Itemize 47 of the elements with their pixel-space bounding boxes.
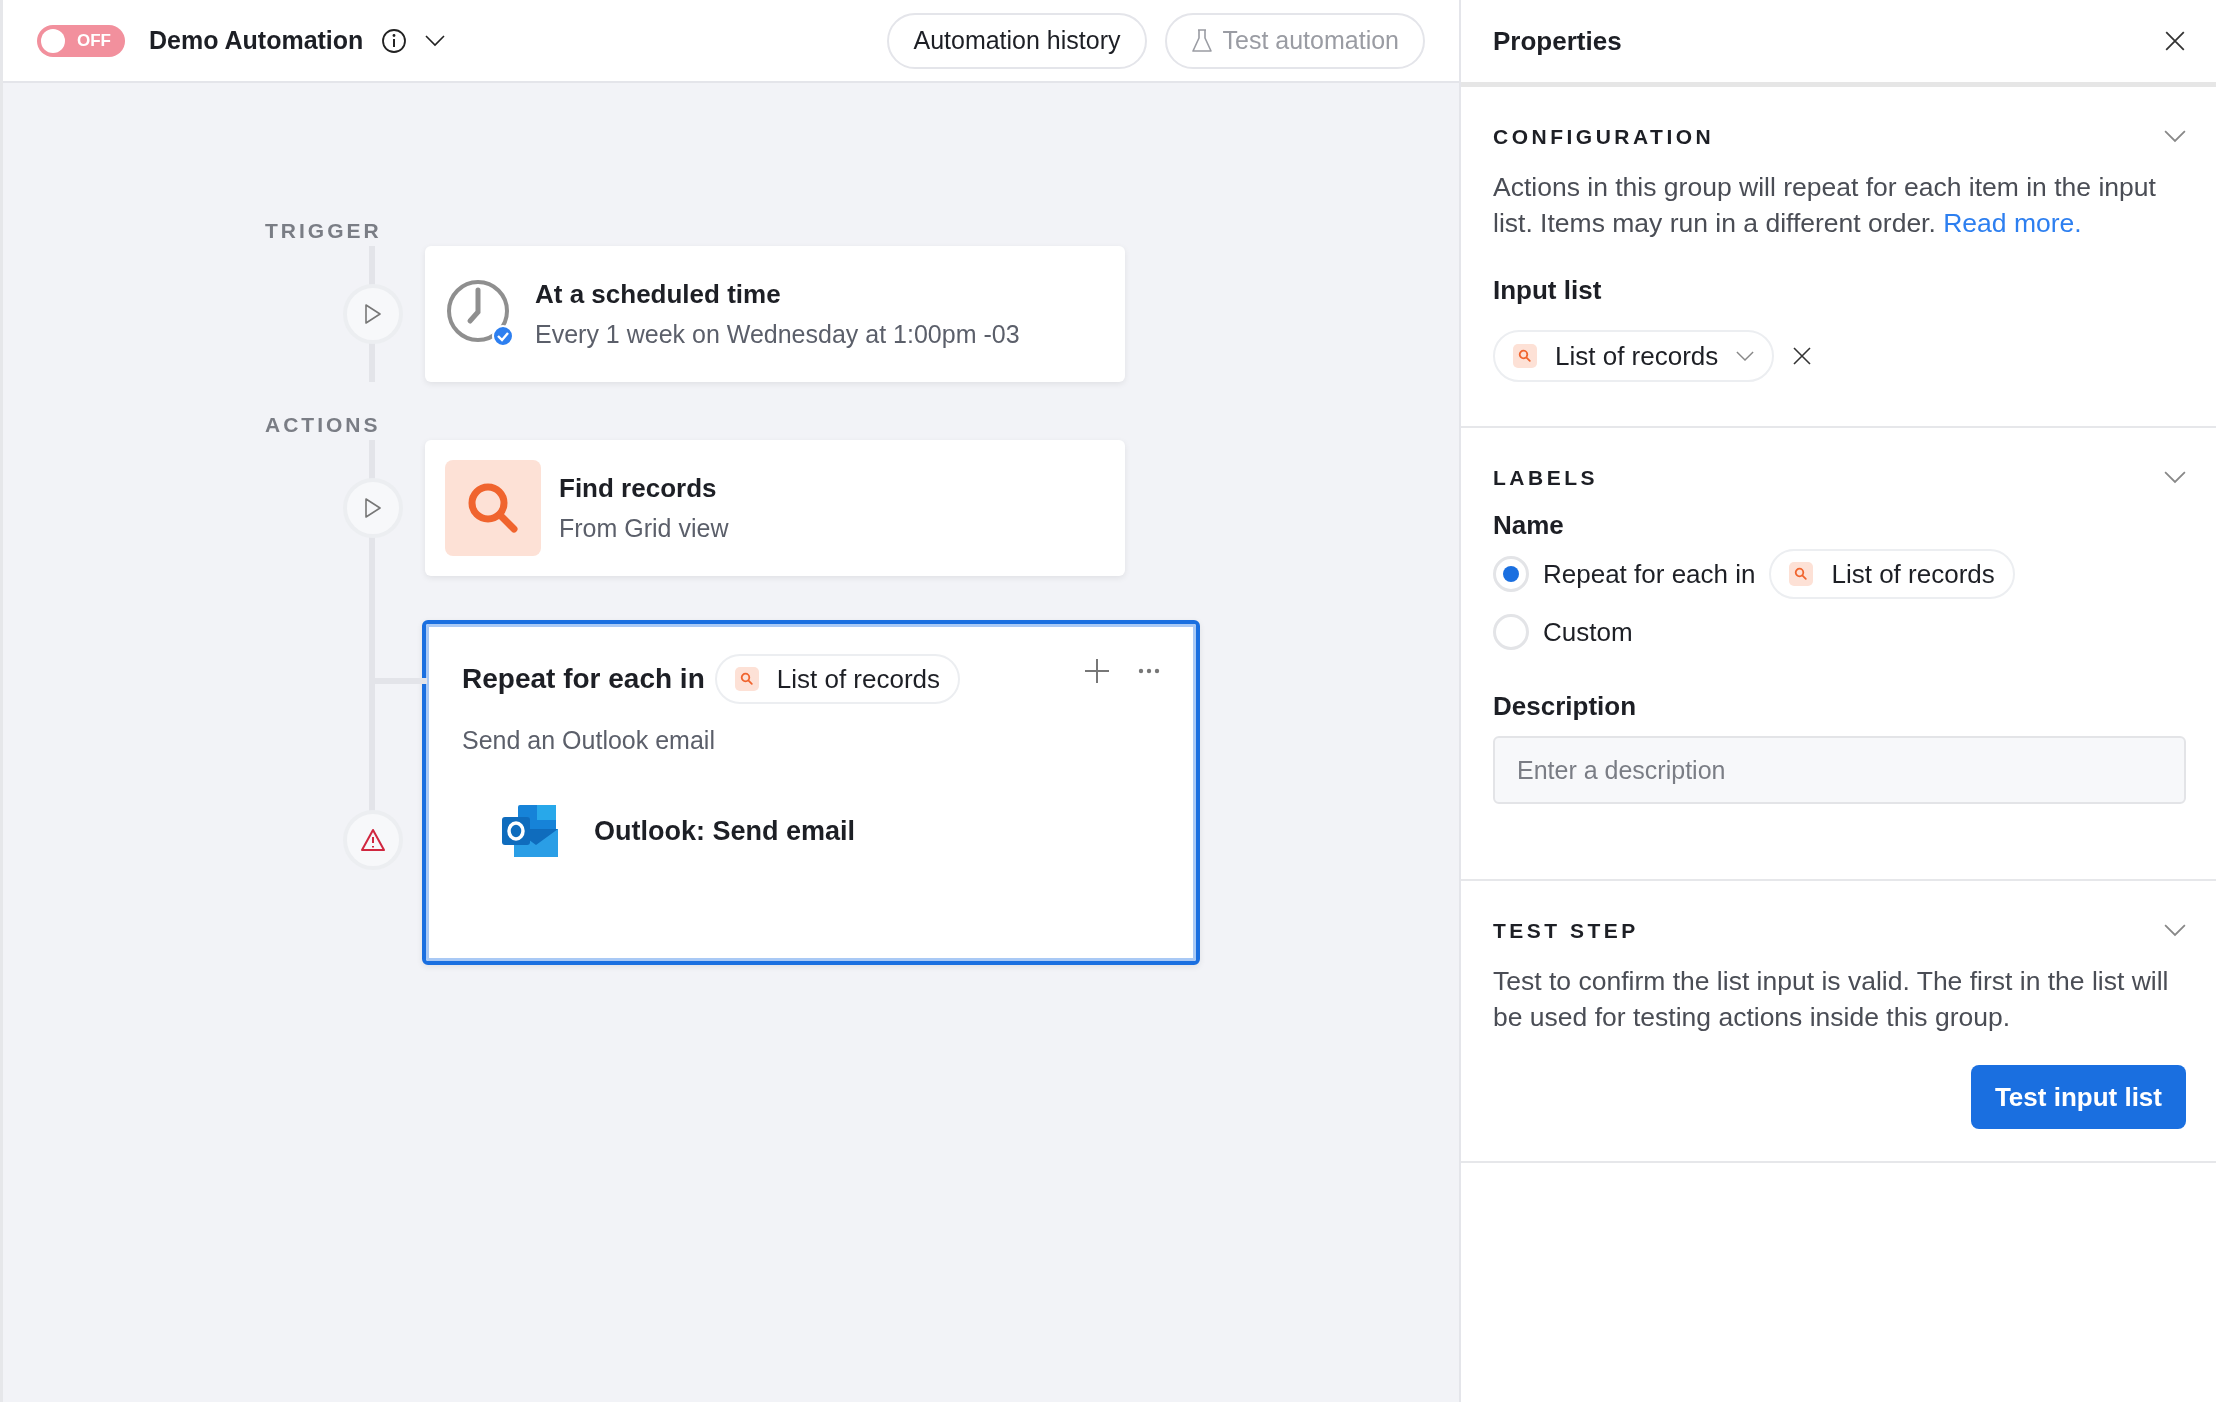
step-card[interactable]: Find records From Grid view bbox=[425, 440, 1125, 576]
field-label: Description bbox=[1493, 691, 1638, 722]
configuration-text: Actions in this group will repeat for each item in the input list. Items may run in a different order. Read more. bbox=[1493, 171, 2157, 240]
radio-label[interactable]: Custom bbox=[1543, 616, 1633, 648]
history-button[interactable]: Automation history bbox=[887, 12, 1147, 69]
info-icon[interactable] bbox=[381, 27, 408, 54]
field-label: Input list bbox=[1493, 275, 1603, 306]
add-icon[interactable] bbox=[1084, 658, 1110, 684]
repeat-step-card[interactable]: Repeat for each in List of records Send an Outlook email Outlook: Send email bbox=[422, 620, 1200, 965]
section-heading: CONFIGURATION bbox=[1493, 125, 1715, 149]
inner-step-title[interactable]: Outlook: Send email bbox=[594, 815, 856, 847]
section-heading: LABELS bbox=[1493, 466, 1598, 490]
clear-icon[interactable] bbox=[1792, 346, 1813, 366]
play-icon bbox=[364, 497, 382, 519]
search-icon bbox=[1789, 562, 1814, 586]
test-input-list-button[interactable]: Test input list bbox=[1970, 1065, 2186, 1129]
step-title: Repeat for each in bbox=[462, 663, 705, 695]
flask-icon bbox=[1190, 28, 1213, 53]
step-title: Find records bbox=[559, 473, 718, 504]
step-description: Send an Outlook email bbox=[462, 726, 716, 755]
chevron-down-icon[interactable] bbox=[425, 34, 446, 47]
play-icon bbox=[364, 303, 382, 325]
section-label: ACTIONS bbox=[265, 412, 382, 438]
search-icon bbox=[1513, 344, 1537, 368]
step-subtitle: Every 1 week on Wednesday at 1:00pm -03 bbox=[535, 320, 1020, 349]
radio-button[interactable] bbox=[1493, 614, 1529, 650]
automation-title: Demo Automation bbox=[149, 26, 364, 55]
close-icon[interactable] bbox=[2164, 30, 2186, 52]
step-subtitle: From Grid view bbox=[559, 514, 729, 543]
warning-icon bbox=[360, 828, 386, 852]
section-label: TRIGGER bbox=[265, 218, 383, 244]
step-title: At a scheduled time bbox=[535, 279, 782, 310]
read-more-link[interactable]: Read more. bbox=[1943, 208, 2082, 238]
mail-app-icon bbox=[500, 803, 560, 859]
radio-label[interactable]: Repeat for each in bbox=[1543, 558, 1756, 590]
field-label: Name bbox=[1493, 510, 1565, 541]
search-icon bbox=[734, 667, 759, 691]
test-step-text: Test to confirm the list input is valid. The first in the list will be used for testing actions inside this group. bbox=[1493, 965, 2170, 1034]
input-list-select[interactable]: List of records bbox=[1493, 330, 1775, 382]
panel-title: Properties bbox=[1493, 25, 1622, 57]
variable-chip[interactable]: List of records bbox=[714, 654, 961, 704]
more-icon[interactable] bbox=[1138, 668, 1160, 674]
description-field[interactable]: Enter a description bbox=[1493, 736, 2186, 804]
step-card[interactable]: At a scheduled time Every 1 week on Wednesday at 1:00pm -03 bbox=[425, 246, 1125, 382]
section-heading: TEST STEP bbox=[1493, 919, 1639, 943]
variable-chip[interactable]: List of records bbox=[1769, 549, 2015, 599]
radio-button[interactable] bbox=[1493, 556, 1529, 592]
